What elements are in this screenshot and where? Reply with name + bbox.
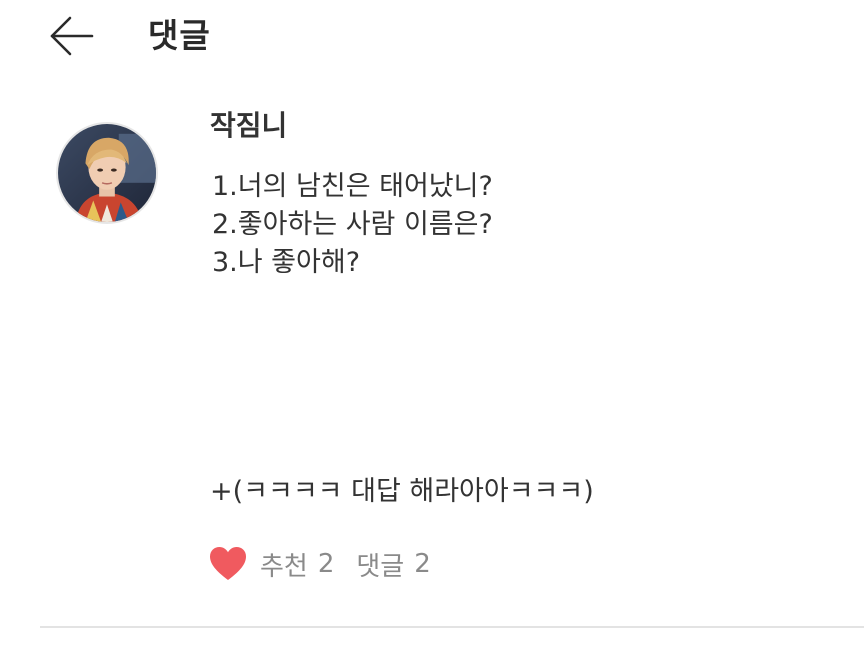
comment-text: 1.너의 남친은 태어났니? 2.좋아하는 사람 이름은? 3.나 좋아해? xyxy=(212,168,493,282)
like-count: 2 xyxy=(317,549,335,579)
avatar[interactable] xyxy=(56,122,158,224)
comment-line: 2.좋아하는 사람 이름은? xyxy=(212,209,493,240)
reply-label[interactable]: 댓글 xyxy=(356,546,404,583)
comment-extra-text: +(ㅋㅋㅋㅋ 대답 해라아아ㅋㅋㅋ) xyxy=(210,476,594,507)
page-title: 댓글 xyxy=(148,16,211,55)
divider xyxy=(40,626,864,628)
comment-line: 1.너의 남친은 태어났니? xyxy=(212,171,493,202)
reply-count: 2 xyxy=(414,549,431,579)
back-button[interactable] xyxy=(48,14,100,58)
like-label[interactable]: 추천 xyxy=(260,546,308,583)
header: 댓글 xyxy=(0,0,864,84)
comment-line: 3.나 좋아해? xyxy=(212,247,361,278)
arrow-left-icon xyxy=(50,16,94,56)
comment-author[interactable]: 작짐니 xyxy=(210,106,287,146)
user-avatar-photo xyxy=(58,124,156,222)
heart-icon[interactable] xyxy=(208,545,248,583)
comment-actions: 추천 2 댓글 2 xyxy=(208,542,453,586)
